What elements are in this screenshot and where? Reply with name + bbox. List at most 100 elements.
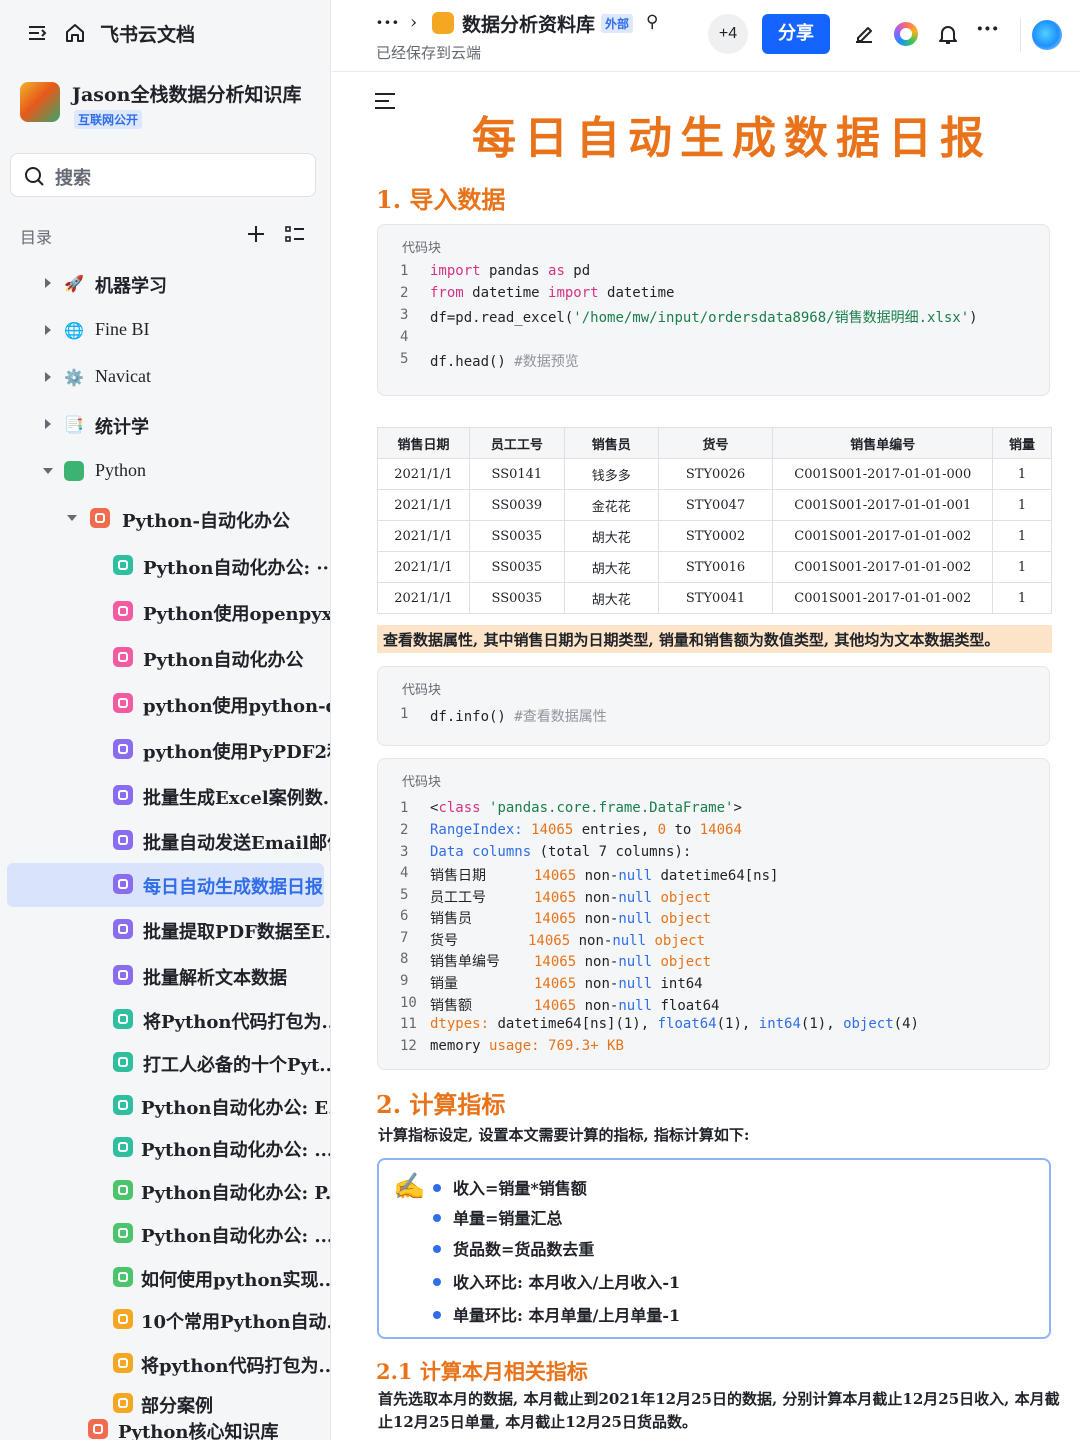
sidebar-item-doc[interactable]: python使用PyPDF2和... bbox=[0, 728, 330, 772]
line-number: 6 bbox=[400, 908, 409, 924]
sidebar-item-doc[interactable]: Python自动化办公: ... bbox=[0, 1212, 330, 1256]
sidebar-item-doc[interactable]: 将Python代码打包为... bbox=[0, 998, 330, 1042]
share-button[interactable]: 分享 bbox=[762, 14, 830, 54]
sidebar-item-label: 批量提取PDF数据至E... bbox=[143, 922, 331, 943]
list-view-icon[interactable] bbox=[284, 224, 306, 244]
doc-icon bbox=[113, 1180, 133, 1200]
assistant-orb-icon[interactable] bbox=[1032, 20, 1062, 50]
sidebar-item-doc[interactable]: python使用python-do... bbox=[0, 682, 330, 726]
save-status: 已经保存到云端 bbox=[376, 44, 482, 62]
knowledge-base-icon bbox=[20, 82, 60, 122]
sidebar-item-navicat[interactable]: ⚙️ Navicat bbox=[0, 356, 330, 400]
rocket-icon: 🚀 bbox=[64, 273, 84, 293]
sidebar-item-label: Python自动化办公: E... bbox=[141, 1098, 331, 1119]
code-block[interactable]: 代码块 1 2 3 4 5 6 7 8 9 10 11 12 <class 'p… bbox=[377, 758, 1050, 1070]
sidebar-item-doc[interactable]: 批量自动发送Email邮件 bbox=[0, 819, 330, 863]
bullet bbox=[433, 1245, 441, 1253]
ai-assistant-icon[interactable] bbox=[894, 22, 918, 46]
code-block-caption: 代码块 bbox=[402, 775, 442, 790]
add-icon[interactable] bbox=[246, 224, 266, 244]
paragraph: 止12月25日单量, 本月截止12月25日货品数。 bbox=[378, 1413, 697, 1431]
divider bbox=[1020, 18, 1021, 52]
expand-arrow-icon[interactable] bbox=[42, 324, 54, 336]
table-cell: 1 bbox=[992, 582, 1052, 614]
knowledge-base-title: Jason全栈数据分析知识库 bbox=[72, 84, 302, 106]
table-cell: 2021/1/1 bbox=[377, 551, 470, 583]
code-block[interactable]: 代码块 1 df.info() #查看数据属性 bbox=[377, 666, 1050, 746]
expand-arrow-icon[interactable] bbox=[42, 371, 54, 383]
table-cell: 金花花 bbox=[563, 489, 659, 521]
folder-icon bbox=[88, 1419, 108, 1439]
line-number: 3 bbox=[400, 307, 409, 323]
line-number: 11 bbox=[400, 1016, 417, 1032]
table-cell: SS0035 bbox=[468, 551, 565, 583]
sidebar-item-label: 机器学习 bbox=[95, 276, 167, 297]
home-icon[interactable] bbox=[64, 22, 86, 44]
highlight-note: 查看数据属性, 其中销售日期为日期类型, 销量和销售额为数值类型, 其他均为文本… bbox=[377, 625, 1052, 653]
sidebar-item-python-core[interactable]: Python核心知识库 bbox=[0, 1408, 330, 1440]
table-row: 2021/1/1 SS0035 胡大花 STY0041 C001S001-2017-01… bbox=[377, 582, 1052, 614]
sidebar-item-doc[interactable]: Python自动化办公: E... bbox=[0, 1084, 331, 1128]
more-options-button[interactable]: ··· bbox=[976, 16, 999, 42]
doc-icon bbox=[113, 1223, 133, 1243]
sidebar-item-doc[interactable]: Python自动化办公: ... bbox=[0, 1126, 330, 1170]
bell-icon[interactable] bbox=[936, 22, 960, 46]
search-input[interactable]: 搜索 bbox=[10, 153, 316, 197]
code-line: df.head() #数据预览 bbox=[430, 354, 579, 370]
collaborator-count[interactable]: +4 bbox=[708, 14, 748, 54]
sidebar-item-doc[interactable]: 批量解析文本数据 bbox=[0, 954, 330, 998]
heading-import-data: 1. 导入数据 bbox=[376, 185, 506, 214]
collapse-arrow-icon[interactable] bbox=[66, 512, 78, 524]
code-line: RangeIndex: 14065 entries, 0 to 14064 bbox=[430, 822, 742, 838]
expand-arrow-icon[interactable] bbox=[42, 277, 54, 289]
table-cell: 胡大花 bbox=[563, 551, 659, 583]
sidebar-item-doc[interactable]: 打工人必备的十个Pyt... bbox=[0, 1041, 330, 1085]
sidebar-item-doc[interactable]: Python自动化办公 bbox=[0, 636, 330, 680]
sidebar-item-doc[interactable]: 将python代码打包为... bbox=[0, 1342, 330, 1386]
code-line: 销售员 14065 non-null object bbox=[430, 911, 712, 927]
edit-icon[interactable] bbox=[852, 22, 876, 46]
sidebar-item-doc[interactable]: 如何使用python实现... bbox=[0, 1256, 330, 1300]
table-cell: 胡大花 bbox=[563, 582, 659, 614]
sidebar-item-label: Python核心知识库 bbox=[118, 1422, 279, 1440]
sidebar-item-python[interactable]: Python bbox=[0, 450, 330, 494]
callout-item: 货品数=货品数去重 bbox=[453, 1240, 595, 1259]
expand-arrow-icon[interactable] bbox=[42, 418, 54, 430]
sidebar-item-daily-report[interactable]: 每日自动生成数据日报 bbox=[0, 863, 330, 907]
breadcrumb-title[interactable]: 数据分析资料库 bbox=[462, 10, 595, 37]
sidebar-item-doc[interactable]: Python自动化办公: P... bbox=[0, 1169, 330, 1213]
collapse-sidebar-icon[interactable] bbox=[26, 22, 48, 44]
sidebar-item-statistics[interactable]: 📑 统计学 bbox=[0, 403, 330, 447]
more-nav-button[interactable]: ··· bbox=[376, 10, 400, 34]
sidebar-item-doc[interactable]: 批量生成Excel案例数... bbox=[0, 774, 331, 818]
line-number: 1 bbox=[400, 706, 409, 722]
sidebar-item-doc[interactable]: Python使用openpyxl... bbox=[0, 590, 330, 634]
knowledge-base-header[interactable]: Jason全栈数据分析知识库 互联网公开 bbox=[18, 80, 318, 136]
table-header-row: 销售日期 员工工号 销售员 货号 销售单编号 销量 bbox=[377, 427, 1052, 459]
sidebar-item-machine-learning[interactable]: 🚀 机器学习 bbox=[0, 262, 330, 306]
sidebar-item-python-automation[interactable]: Python-自动化办公 bbox=[0, 497, 330, 541]
pin-icon[interactable]: ⚲ bbox=[646, 12, 658, 32]
code-block[interactable]: 代码块 1 2 3 4 5 import pandas as pd from d… bbox=[377, 224, 1050, 396]
sidebar-item-label: Fine BI bbox=[95, 319, 150, 339]
sidebar-item-doc[interactable]: 10个常用Python自动... bbox=[0, 1298, 330, 1342]
code-line: dtypes: datetime64[ns](1), float64(1), i… bbox=[430, 1016, 919, 1032]
collapse-arrow-icon[interactable] bbox=[42, 465, 54, 477]
heading-calc-metrics: 2. 计算指标 bbox=[376, 1090, 506, 1119]
doc-title: 每日自动生成数据日报 bbox=[472, 113, 992, 164]
sidebar-item-fine-bi[interactable]: 🌐 Fine BI bbox=[0, 309, 330, 353]
table-cell: C001S001-2017-01-01-002 bbox=[772, 582, 994, 614]
code-line: Data columns (total 7 columns): bbox=[430, 844, 692, 860]
sidebar-item-doc[interactable]: Python自动化办公: ··· bbox=[0, 544, 330, 588]
public-badge: 互联网公开 bbox=[74, 110, 143, 129]
external-tag: 外部 bbox=[601, 14, 634, 33]
table-cell: SS0141 bbox=[468, 458, 565, 490]
doc-icon bbox=[113, 1309, 133, 1329]
sidebar-item-label: 批量生成Excel案例数... bbox=[143, 788, 331, 809]
table-cell: C001S001-2017-01-01-002 bbox=[772, 520, 994, 552]
app-brand[interactable]: 飞书云文档 bbox=[100, 20, 195, 47]
folder-icon bbox=[90, 508, 110, 528]
doc-icon bbox=[113, 1009, 133, 1029]
sidebar-topbar: 飞书云文档 bbox=[0, 0, 330, 70]
sidebar-item-doc[interactable]: 批量提取PDF数据至E... bbox=[0, 908, 331, 952]
